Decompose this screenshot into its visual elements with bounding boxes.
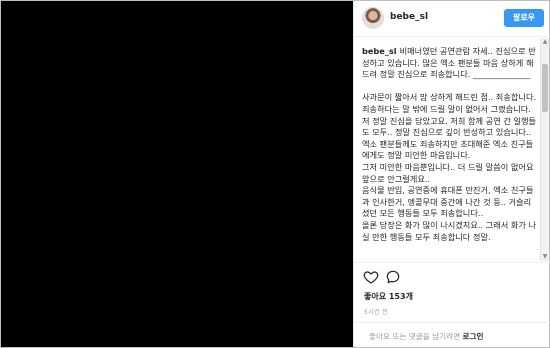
scroll-down-arrow-icon[interactable]: ▼: [541, 253, 549, 261]
scroll-thumb[interactable]: [542, 64, 548, 112]
comment-bar: 좋아요 또는 댓글을 남기려면 로그인: [354, 322, 550, 347]
login-link[interactable]: 로그인: [463, 332, 484, 341]
caption-text: bebe_sl 비매너였던 공연관람 자세.. 진심으로 반성하고 있습니다. 많…: [362, 46, 538, 243]
comment-prompt: 좋아요 또는 댓글을 남기려면 로그인: [369, 331, 483, 342]
scroll-up-arrow-icon[interactable]: ▲: [541, 38, 549, 46]
post-timestamp: 5시간 전: [364, 309, 388, 316]
caption-paragraph: 올론 당장은 화가 많이 나시겠지요.. 그래서 화가 나실 만한 행동들 모두…: [362, 219, 537, 242]
avatar[interactable]: [362, 7, 384, 29]
post-image[interactable]: [1, 1, 353, 347]
caption-paragraph: 앞으로 안그럴게요..: [362, 173, 431, 184]
follow-button[interactable]: 팔로우: [504, 9, 544, 27]
heart-icon[interactable]: [363, 269, 379, 285]
caption-scrollbar[interactable]: ▲ ▼: [540, 38, 549, 261]
likes-count[interactable]: 좋아요 153개: [364, 291, 413, 302]
post-actions: 좋아요 153개 5시간 전: [354, 262, 550, 322]
caption-paragraph: 그저 미안한 마음뿐입니다.. 더 드릴 말씀이 없어요: [362, 161, 534, 172]
caption-paragraph: 사과문이 짧아서 맘 상하게 해드린 점.. 죄송합니다. 죄송하다는 말 밖에…: [362, 92, 537, 161]
caption-username[interactable]: bebe_sl: [362, 46, 397, 56]
post-sidebar: bebe_sl 팔로우 bebe_sl 비매너였던 공연관람 자세.. 진심으로 …: [353, 1, 550, 347]
caption-paragraph: 음식물 반입, 공연중에 휴대폰 만진거, 엑소 친구들과 인사한거, 엥콜무대…: [362, 185, 534, 219]
comment-prompt-text: 좋아요 또는 댓글을 남기려면: [369, 332, 461, 341]
caption-area: bebe_sl 비매너였던 공연관람 자세.. 진심으로 반성하고 있습니다. 많…: [354, 38, 550, 261]
post-header: bebe_sl 팔로우: [354, 1, 550, 37]
comment-icon[interactable]: [385, 269, 401, 285]
header-username[interactable]: bebe_sl: [390, 12, 428, 22]
caption-paragraph: bebe_sl 비매너였던 공연관람 자세.. 진심으로 반성하고 있습니다. 많…: [362, 46, 538, 81]
